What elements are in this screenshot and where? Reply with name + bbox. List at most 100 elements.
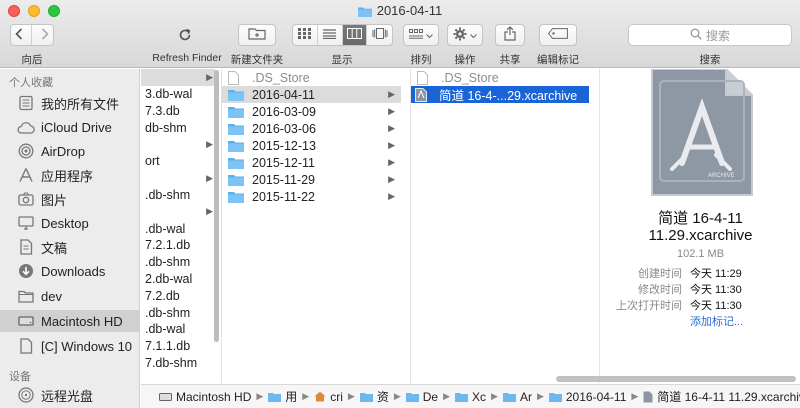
folder-icon [548, 392, 562, 402]
list-item[interactable]: 2016-04-11 ▶ [222, 86, 401, 103]
chevron-right-icon: ▶ [491, 391, 498, 401]
list-item[interactable]: 7.2.db [141, 287, 215, 304]
arrange-label: 排列 [410, 54, 432, 66]
list-item[interactable]: ▶ [141, 203, 215, 220]
preview-name-line-1: 简道 16-4-11 [658, 210, 743, 227]
list-item[interactable]: 2.db-wal [141, 271, 215, 288]
document-icon [17, 238, 35, 256]
refresh-finder-label[interactable]: Refresh Finder [150, 52, 224, 64]
list-item[interactable]: ort [141, 153, 215, 170]
new-folder-button[interactable] [238, 24, 276, 46]
search-placeholder: 搜索 [705, 28, 730, 43]
list-item[interactable]: ▶ [141, 69, 215, 86]
path-item-date-folder[interactable]: 2016-04-11 [548, 390, 626, 404]
share-icon [504, 26, 516, 44]
browser-column-1[interactable]: ▶ 3.db-wal 7.3.db db-shm ▶ ort ▶ .db-shm… [141, 69, 215, 383]
path-item-xcode[interactable]: Xc [455, 390, 486, 404]
list-item[interactable]: db-shm [141, 119, 215, 136]
toolbar: 2016-04-11 向后 Refresh Finder 新建文件夹 显示 排列… [0, 0, 800, 68]
list-item[interactable]: .db-shm [141, 254, 215, 271]
list-item[interactable]: ▶ [141, 136, 215, 153]
action-label: 操作 [454, 54, 476, 66]
browser-column-3[interactable]: .DS_Store 简道 16-4-...29.xcarchive [410, 69, 598, 383]
path-item-archive-file[interactable]: 简道 16-4-11 11.29.xcarchive [643, 388, 800, 405]
refresh-icon[interactable] [178, 28, 192, 45]
file-icon [228, 70, 246, 85]
edit-tags-button[interactable] [539, 24, 577, 46]
back-forward-control[interactable] [10, 24, 54, 46]
sidebar-item-airdrop[interactable]: AirDrop [0, 140, 140, 162]
path-item-users[interactable]: 用 [268, 388, 297, 405]
list-item[interactable]: 2015-12-13 ▶ [222, 137, 401, 154]
list-item[interactable]: .db-shm [141, 187, 215, 204]
sidebar-item-remote-disc[interactable]: 远程光盘 [0, 384, 140, 406]
sidebar-item-desktop[interactable]: Desktop [0, 212, 140, 234]
list-view-button[interactable] [318, 25, 343, 45]
sidebar-item-windows-10[interactable]: [C] Windows 10 [0, 335, 140, 357]
created-value: 今天 11:29 [690, 268, 742, 280]
archive-icon [643, 391, 653, 403]
list-item[interactable]: 7.3.db [141, 103, 215, 120]
browser-column-2[interactable]: .DS_Store 2016-04-11 ▶ 2016-03-09 ▶ 2016… [221, 69, 401, 383]
cover-flow-button[interactable] [367, 25, 392, 45]
path-item-archives[interactable]: Ar [502, 390, 532, 404]
chevron-down-icon [426, 28, 433, 42]
sidebar-item-all-files[interactable]: 我的所有文件 [0, 92, 140, 114]
chevron-right-icon: ▶ [388, 89, 395, 99]
list-item[interactable]: .db-shm [141, 304, 215, 321]
list-item[interactable]: .DS_Store [411, 69, 598, 86]
window-title: 2016-04-11 [0, 3, 800, 20]
sidebar-item-documents[interactable]: 文稿 [0, 236, 140, 258]
list-item[interactable]: .db-wal [141, 321, 215, 338]
folder-icon [228, 157, 246, 169]
scrollbar[interactable] [214, 70, 219, 342]
sidebar-item-dev[interactable]: dev [0, 285, 140, 307]
chevron-right-icon: ▶ [388, 123, 395, 133]
applications-icon [17, 166, 35, 184]
folder-icon [228, 89, 246, 101]
list-item[interactable]: 7.2.1.db [141, 237, 215, 254]
horizontal-scrollbar[interactable] [556, 376, 796, 382]
sidebar-item-icloud-drive[interactable]: iCloud Drive [0, 116, 140, 138]
list-item[interactable]: .DS_Store [222, 69, 401, 86]
folder-icon [502, 392, 516, 402]
path-item-home[interactable]: cri [314, 390, 343, 404]
list-item[interactable]: 简道 16-4-...29.xcarchive [411, 86, 589, 103]
list-item[interactable]: .db-wal [141, 220, 215, 237]
list-item[interactable]: 2016-03-06 ▶ [222, 120, 401, 137]
action-button[interactable] [447, 24, 483, 46]
list-item[interactable]: ▶ [141, 170, 215, 187]
sidebar-header-favorites: 个人收藏 [9, 77, 53, 89]
search-input[interactable]: 搜索 [628, 24, 792, 46]
new-folder-icon [248, 27, 266, 43]
list-item[interactable]: 3.db-wal [141, 86, 215, 103]
archive-icon: ARCHIVE [650, 68, 754, 200]
list-item[interactable]: 2015-11-22 ▶ [222, 188, 401, 205]
sidebar-item-downloads[interactable]: Downloads [0, 260, 140, 282]
desktop-icon [17, 214, 35, 232]
list-item[interactable]: 2015-11-29 ▶ [222, 171, 401, 188]
chevron-left-icon[interactable] [15, 27, 23, 43]
columns-icon [346, 28, 362, 42]
add-tags-link[interactable]: 添加标记... [690, 313, 743, 329]
column-view-button[interactable] [342, 25, 368, 45]
list-item[interactable]: 7.db-shm [141, 355, 215, 372]
list-item[interactable]: 2016-03-09 ▶ [222, 103, 401, 120]
view-mode-control[interactable] [292, 24, 393, 46]
path-item-library[interactable]: 资 [359, 388, 389, 405]
path-item-macintosh-hd[interactable]: Macintosh HD [159, 390, 251, 404]
list-item[interactable]: 7.1.1.db [141, 338, 215, 355]
icon-view-button[interactable] [293, 25, 318, 45]
sidebar-item-applications[interactable]: 应用程序 [0, 164, 140, 186]
modified-label: 修改时间 [638, 284, 682, 296]
share-button[interactable] [495, 24, 525, 46]
chevron-right-icon: ▶ [388, 174, 395, 184]
chevron-right-icon[interactable] [41, 27, 49, 43]
path-item-developer[interactable]: De [405, 390, 438, 404]
home-icon [314, 391, 326, 402]
sidebar-item-macintosh-hd[interactable]: Macintosh HD [0, 310, 140, 332]
sidebar-item-pictures[interactable]: 图片 [0, 188, 140, 210]
folder-icon [357, 5, 372, 20]
list-item[interactable]: 2015-12-11 ▶ [222, 154, 401, 171]
arrange-button[interactable] [403, 24, 439, 46]
